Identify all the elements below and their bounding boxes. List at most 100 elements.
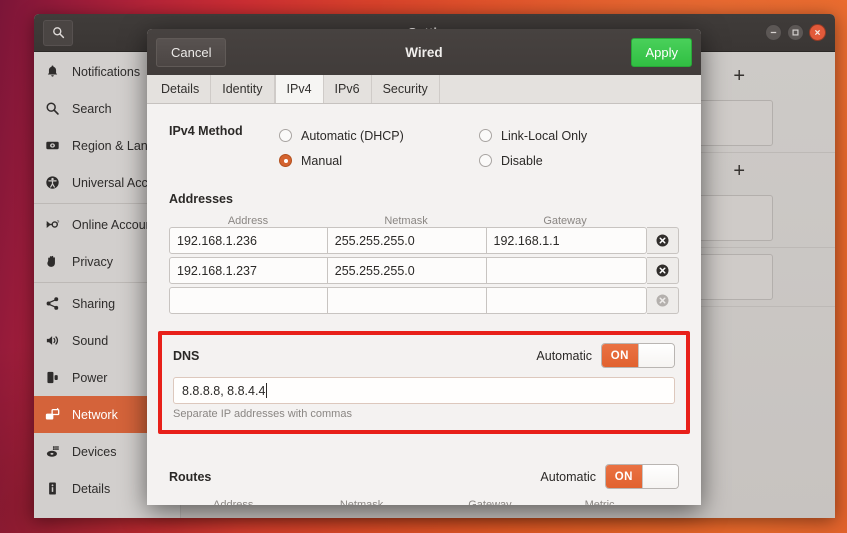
- routes-automatic-label: Automatic: [540, 469, 596, 484]
- dns-servers-input[interactable]: 8.8.8.8, 8.8.4.4: [173, 377, 675, 404]
- devices-icon: [44, 444, 61, 459]
- addresses-column-headers: Address Netmask Gateway: [169, 215, 679, 227]
- addresses-section: Addresses Address Netmask Gateway 192.16…: [169, 192, 679, 314]
- netmask-input[interactable]: 255.255.255.0: [327, 257, 487, 284]
- apply-button[interactable]: Apply: [631, 37, 692, 67]
- tab-details[interactable]: Details: [150, 75, 212, 103]
- window-controls: [765, 24, 826, 41]
- dialog-title: Wired: [405, 44, 443, 60]
- routes-automatic-toggle[interactable]: ON: [605, 464, 679, 489]
- radio-manual[interactable]: Manual: [279, 148, 479, 173]
- svg-text:s: s: [57, 219, 60, 224]
- dns-title: DNS: [173, 348, 200, 363]
- toggle-knob: [641, 465, 678, 488]
- tab-security[interactable]: Security: [371, 75, 440, 103]
- radio-automatic-dhcp[interactable]: Automatic (DHCP): [279, 123, 479, 148]
- search-icon: [44, 101, 61, 116]
- toggle-knob: [637, 344, 674, 367]
- sidebar-item-label: Search: [72, 101, 112, 116]
- toggle-state-label: ON: [606, 465, 642, 488]
- sidebar-item-label: Power: [72, 370, 108, 385]
- radio-label: Link-Local Only: [501, 128, 588, 143]
- tab-identity[interactable]: Identity: [211, 75, 275, 103]
- column-header-gateway: Gateway: [468, 499, 512, 505]
- ipv4-panel: IPv4 Method Automatic (DHCP) Manual Link…: [147, 104, 701, 505]
- address-input[interactable]: [169, 287, 328, 314]
- privacy-hand-icon: [44, 254, 61, 269]
- radio-icon: [479, 154, 492, 167]
- details-info-icon: [44, 481, 61, 496]
- dns-servers-value: 8.8.8.8, 8.8.4.4: [182, 383, 266, 398]
- netmask-input[interactable]: [327, 287, 487, 314]
- dns-automatic-toggle[interactable]: ON: [601, 343, 675, 368]
- delete-address-button[interactable]: [647, 227, 679, 254]
- sidebar-item-label: Privacy: [72, 254, 113, 269]
- radio-label: Manual: [301, 153, 342, 168]
- radio-label: Automatic (DHCP): [301, 128, 404, 143]
- routes-header: Routes Automatic ON: [169, 464, 679, 489]
- column-header-address: Address: [227, 215, 269, 227]
- bell-icon: [44, 64, 61, 79]
- radio-icon: [479, 129, 492, 142]
- ipv4-method-label: IPv4 Method: [169, 124, 243, 138]
- ipv4-method-section: IPv4 Method Automatic (DHCP) Manual Link…: [169, 123, 679, 173]
- sharing-icon: [44, 296, 61, 311]
- wired-connection-dialog: Cancel Wired Apply Details Identity IPv4…: [147, 29, 701, 505]
- delete-address-button-disabled: [647, 287, 679, 314]
- delete-circle-icon: [656, 234, 669, 247]
- gateway-input[interactable]: [486, 257, 648, 284]
- tab-ipv6[interactable]: IPv6: [323, 75, 372, 103]
- addresses-title: Addresses: [169, 192, 233, 206]
- dialog-header: Cancel Wired Apply: [147, 29, 701, 75]
- text-cursor: [266, 383, 268, 398]
- sidebar-item-label: Network: [72, 407, 118, 422]
- table-row: 192.168.1.237 255.255.255.0: [169, 257, 679, 284]
- close-icon: [815, 30, 820, 35]
- radio-label: Disable: [501, 153, 543, 168]
- minimize-icon: [770, 31, 777, 34]
- dns-header: DNS Automatic ON: [173, 343, 675, 368]
- add-button[interactable]: +: [733, 66, 745, 86]
- delete-address-button[interactable]: [647, 257, 679, 284]
- minimize-button[interactable]: [765, 24, 782, 41]
- toggle-state-label: ON: [602, 344, 638, 367]
- column-header-address: Address: [213, 499, 254, 505]
- radio-icon: [279, 129, 292, 142]
- delete-circle-icon: [656, 264, 669, 277]
- dns-hint: Separate IP addresses with commas: [173, 408, 352, 420]
- add-button[interactable]: +: [733, 161, 745, 181]
- online-accounts-icon: s: [44, 217, 61, 232]
- dns-automatic-label: Automatic: [536, 348, 592, 363]
- radio-link-local-only[interactable]: Link-Local Only: [479, 123, 679, 148]
- routes-title: Routes: [169, 469, 212, 484]
- column-header-netmask: Netmask: [339, 499, 384, 505]
- tab-ipv4[interactable]: IPv4: [274, 75, 324, 103]
- radio-disable[interactable]: Disable: [479, 148, 679, 173]
- sidebar-item-label: Sharing: [72, 296, 116, 311]
- gateway-input[interactable]: 192.168.1.1: [486, 227, 648, 254]
- sidebar-item-label: Notifications: [72, 64, 141, 79]
- dialog-tabs: Details Identity IPv4 IPv6 Security: [147, 75, 701, 104]
- gateway-input[interactable]: [486, 287, 648, 314]
- maximize-button[interactable]: [787, 24, 804, 41]
- netmask-input[interactable]: 255.255.255.0: [327, 227, 487, 254]
- dns-section-highlight: DNS Automatic ON 8.8.8.8, 8.8.4.4 Separa…: [158, 331, 690, 434]
- region-icon: [44, 138, 61, 153]
- maximize-icon: [792, 29, 799, 36]
- address-input[interactable]: 192.168.1.236: [169, 227, 328, 254]
- close-button[interactable]: [809, 24, 826, 41]
- column-header-netmask: Netmask: [384, 215, 428, 227]
- network-icon: [44, 407, 61, 422]
- radio-icon-selected: [279, 154, 292, 167]
- routes-section: Routes Automatic ON Address Netmask Gate…: [169, 464, 679, 505]
- sidebar-item-label: Sound: [72, 333, 109, 348]
- address-input[interactable]: 192.168.1.237: [169, 257, 328, 284]
- power-icon: [44, 370, 61, 385]
- table-row: 192.168.1.236 255.255.255.0 192.168.1.1: [169, 227, 679, 254]
- column-header-gateway: Gateway: [543, 215, 587, 227]
- accessibility-icon: [44, 175, 61, 190]
- delete-circle-icon: [656, 294, 669, 307]
- table-row: [169, 287, 679, 314]
- column-header-metric: Metric: [584, 499, 615, 505]
- routes-column-headers: Address Netmask Gateway Metric: [169, 499, 679, 505]
